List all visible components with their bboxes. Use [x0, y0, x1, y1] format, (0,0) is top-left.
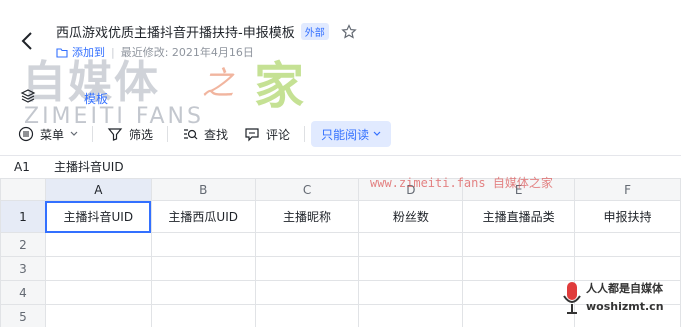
add-to-folder-link[interactable]: 添加到	[56, 44, 105, 60]
filter-icon	[107, 128, 123, 141]
column-header-d[interactable]: D	[358, 178, 464, 201]
formula-bar: A1 主播抖音UID	[0, 155, 681, 177]
filter-label: 筛选	[129, 127, 154, 142]
cell-d1[interactable]: 粉丝数	[358, 200, 464, 233]
grid-cell[interactable]	[150, 304, 256, 327]
cell-a1[interactable]: 主播抖音UID	[44, 200, 152, 233]
external-badge: 外部	[300, 23, 329, 40]
grid-cell[interactable]	[150, 280, 256, 305]
menu-icon	[18, 126, 34, 142]
comment-button[interactable]: 评论	[236, 121, 298, 147]
grid-cell[interactable]	[254, 304, 360, 327]
toolbar-divider	[304, 126, 306, 142]
row-header-3[interactable]: 3	[0, 256, 46, 281]
doc-meta: 添加到 | 最近修改: 2021年4月16日	[56, 44, 254, 60]
find-label: 查找	[204, 127, 229, 142]
formula-value[interactable]: 主播抖音UID	[44, 158, 124, 175]
cell-e1[interactable]: 主播直播品类	[462, 200, 576, 233]
grid-cell[interactable]	[574, 256, 681, 281]
column-header-f[interactable]: F	[574, 178, 681, 201]
readonly-label: 只能阅读	[321, 127, 370, 142]
grid-cell[interactable]	[44, 232, 152, 257]
comment-icon	[245, 128, 259, 142]
search-icon	[184, 129, 198, 140]
cell-f1[interactable]: 申报扶持	[574, 200, 681, 233]
grid-cell[interactable]	[462, 232, 576, 257]
grid-cell[interactable]	[358, 280, 464, 305]
spreadsheet-grid: A B C D E F 1 主播抖音UID 主播西瓜UID 主播昵称 粉丝数 主…	[0, 178, 681, 327]
column-header-a[interactable]: A	[44, 178, 152, 201]
cell-b1[interactable]: 主播西瓜UID	[150, 200, 256, 233]
title-row: 西瓜游戏优质主播抖音开播扶持-申报模板 外部	[56, 22, 357, 41]
grid-cell[interactable]	[574, 304, 681, 327]
grid-cell[interactable]	[358, 304, 464, 327]
row-header-1[interactable]: 1	[0, 200, 46, 233]
doc-header: 西瓜游戏优质主播抖音开播扶持-申报模板 外部 添加到 | 最近修改: 2021年…	[0, 0, 681, 74]
grid-cell[interactable]	[358, 256, 464, 281]
grid-cell[interactable]	[462, 280, 576, 305]
column-header-c[interactable]: C	[254, 178, 360, 201]
folder-icon	[56, 47, 68, 58]
last-modified: 最近修改: 2021年4月16日	[120, 46, 254, 59]
grid-cell[interactable]	[358, 232, 464, 257]
chevron-down-icon	[70, 131, 78, 136]
row-header-4[interactable]: 4	[0, 280, 46, 305]
template-link[interactable]: 模板	[84, 90, 108, 107]
grid-cell[interactable]	[254, 256, 360, 281]
column-header-e[interactable]: E	[462, 178, 576, 201]
column-header-b[interactable]: B	[150, 178, 256, 201]
meta-divider: |	[111, 45, 115, 59]
grid-cell[interactable]	[44, 280, 152, 305]
cell-reference[interactable]: A1	[0, 160, 44, 174]
grid-cell[interactable]	[44, 256, 152, 281]
toolbar-divider	[92, 126, 94, 142]
row-header-2[interactable]: 2	[0, 232, 46, 257]
readonly-mode-button[interactable]: 只能阅读	[311, 121, 392, 147]
grid-cell[interactable]	[254, 232, 360, 257]
row-header-5[interactable]: 5	[0, 304, 46, 327]
grid-cell[interactable]	[574, 280, 681, 305]
back-arrow-icon[interactable]	[18, 30, 38, 52]
grid-cell[interactable]	[462, 304, 576, 327]
menu-button[interactable]: 菜单	[10, 121, 86, 147]
find-button[interactable]: 查找	[174, 121, 236, 147]
filter-button[interactable]: 筛选	[99, 121, 161, 147]
toolbar: 菜单 筛选 查找 评论 只能阅读	[0, 118, 681, 150]
grid-cell[interactable]	[150, 232, 256, 257]
menu-label: 菜单	[40, 127, 65, 142]
grid-cell[interactable]	[574, 232, 681, 257]
comment-label: 评论	[266, 127, 291, 142]
chevron-down-icon	[373, 131, 381, 136]
grid-cell[interactable]	[150, 256, 256, 281]
layers-icon[interactable]	[20, 88, 36, 104]
add-to-label: 添加到	[72, 46, 105, 59]
grid-cell[interactable]	[44, 304, 152, 327]
grid-cell[interactable]	[462, 256, 576, 281]
toolbar-divider	[167, 126, 169, 142]
grid-cell[interactable]	[254, 280, 360, 305]
cell-c1[interactable]: 主播昵称	[254, 200, 360, 233]
corner-cell[interactable]	[0, 178, 46, 201]
doc-title: 西瓜游戏优质主播抖音开播扶持-申报模板	[56, 26, 295, 41]
star-icon[interactable]	[340, 23, 357, 40]
